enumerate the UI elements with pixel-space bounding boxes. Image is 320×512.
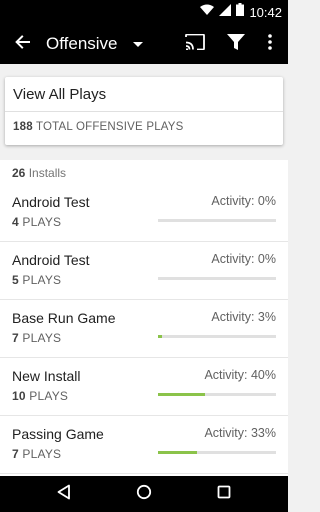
activity-progress-bar: [158, 277, 276, 280]
nav-back-icon: [57, 484, 71, 505]
total-plays-label: TOTAL OFFENSIVE PLAYS: [35, 121, 184, 133]
installs-list[interactable]: 26 Installs Android Test 4 PLAYS Activit…: [0, 160, 288, 476]
plays-label: PLAYS: [22, 273, 62, 287]
plays-label: PLAYS: [29, 389, 69, 403]
status-bar: 10:42: [0, 0, 288, 24]
list-item[interactable]: Android Test 5 PLAYS Activity: 0%: [0, 242, 288, 300]
activity-label: Activity: 3%: [211, 310, 276, 324]
title-wrap[interactable]: Offensive: [46, 24, 118, 64]
filter-dropdown-button[interactable]: [128, 34, 148, 54]
activity-progress-fill: [158, 335, 162, 338]
status-icons: 10:42: [200, 3, 282, 21]
activity-progress-bar: [158, 451, 276, 454]
battery-icon: [236, 3, 245, 21]
summary-card: View All Plays 188 TOTAL OFFENSIVE PLAYS: [5, 77, 283, 145]
install-plays: 5 PLAYS: [12, 273, 61, 287]
plays-count: 5: [12, 273, 19, 287]
plays-count: 4: [12, 215, 19, 229]
activity-label: Activity: 0%: [211, 194, 276, 208]
nav-home-icon: [136, 484, 152, 505]
activity-progress-bar: [158, 393, 276, 396]
system-nav-bar: [0, 476, 288, 512]
activity-label: Activity: 0%: [211, 252, 276, 266]
list-item[interactable]: Passing Game 7 PLAYS Activity: 33%: [0, 416, 288, 474]
activity-progress-fill: [158, 451, 197, 454]
nav-home-button[interactable]: [132, 482, 156, 506]
cast-button[interactable]: [183, 32, 207, 56]
install-name: Passing Game: [12, 426, 104, 442]
installs-label: Installs: [28, 166, 67, 180]
list-item[interactable]: Android Test 4 PLAYS Activity: 0%: [0, 184, 288, 242]
dropdown-arrow-icon: [133, 35, 143, 53]
signal-icon: [219, 3, 232, 21]
activity-progress-fill: [158, 393, 206, 396]
install-plays: 7 PLAYS: [12, 447, 61, 461]
installs-header: 26 Installs: [12, 166, 66, 180]
plays-label: PLAYS: [22, 215, 62, 229]
activity-label: Activity: 33%: [204, 426, 276, 440]
nav-back-button[interactable]: [52, 482, 76, 506]
back-button[interactable]: [10, 31, 36, 57]
list-item[interactable]: Base Run Game 7 PLAYS Activity: 3%: [0, 300, 288, 358]
status-time: 10:42: [249, 4, 282, 20]
back-arrow-icon: [15, 34, 31, 55]
activity-progress-bar: [158, 335, 276, 338]
install-plays: 4 PLAYS: [12, 215, 61, 229]
install-name: Base Run Game: [12, 310, 116, 326]
plays-count: 10: [12, 389, 26, 403]
filter-button[interactable]: [224, 32, 248, 56]
plays-label: PLAYS: [22, 447, 62, 461]
plays-label: PLAYS: [22, 331, 62, 345]
filter-icon: [227, 33, 245, 56]
plays-count: 7: [12, 331, 19, 345]
install-plays: 10 PLAYS: [12, 389, 68, 403]
install-plays: 7 PLAYS: [12, 331, 61, 345]
install-name: Android Test: [12, 252, 90, 268]
installs-count: 26: [12, 166, 26, 180]
more-options-button[interactable]: [260, 32, 280, 56]
nav-recents-button[interactable]: [212, 482, 236, 506]
app-bar: Offensive: [0, 24, 288, 64]
cast-icon: [185, 33, 205, 55]
nav-recents-icon: [217, 485, 231, 504]
activity-label: Activity: 40%: [204, 368, 276, 382]
activity-progress-bar: [158, 219, 276, 222]
view-all-plays-button[interactable]: View All Plays: [5, 77, 283, 112]
plays-count: 7: [12, 447, 19, 461]
list-item[interactable]: New Install 10 PLAYS Activity: 40%: [0, 358, 288, 416]
install-name: New Install: [12, 368, 81, 384]
total-plays-summary: 188 TOTAL OFFENSIVE PLAYS: [13, 121, 184, 133]
total-plays-count: 188: [13, 121, 33, 133]
install-name: Android Test: [12, 194, 90, 210]
page-title: Offensive: [46, 34, 118, 53]
more-vert-icon: [268, 33, 272, 55]
view-all-plays-label: View All Plays: [13, 86, 107, 103]
wifi-icon: [200, 3, 215, 21]
